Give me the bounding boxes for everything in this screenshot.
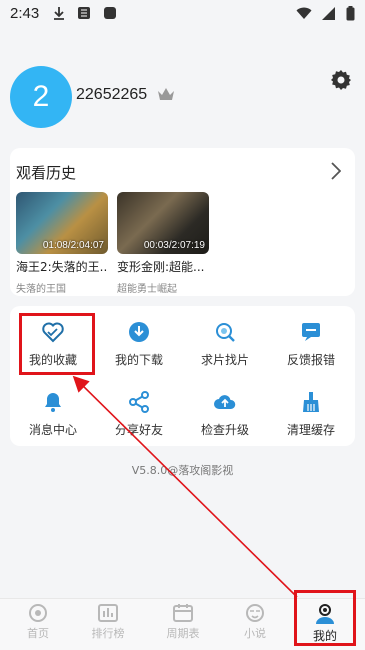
avatar-letter: 2: [32, 80, 50, 113]
favorites-highlight-box: [19, 313, 95, 375]
feedback-button[interactable]: 反馈报错: [268, 320, 354, 376]
history-item[interactable]: 01:08/2:04:07 海王2:失落的王... 失落的王国: [16, 192, 108, 295]
tab-label: 周期表: [166, 627, 200, 640]
tab-label: 小说: [244, 627, 266, 640]
cloud-upload-icon: [214, 395, 236, 409]
history-item-subtitle: 失落的王国: [16, 284, 66, 295]
avatar[interactable]: 2: [10, 66, 72, 128]
downloads-button[interactable]: 我的下载: [96, 320, 182, 376]
search-film-icon: [216, 323, 235, 342]
tab-schedule[interactable]: 周期表: [153, 603, 213, 641]
mine-tab-highlight-box: [294, 590, 356, 646]
tab-ranking[interactable]: 排行榜: [78, 603, 138, 641]
watch-history-card: 观看历史 01:08/2:04:07 海王2:失落的王... 失落的王国 00:…: [10, 148, 355, 296]
download-icon: [129, 322, 149, 342]
broom-icon: [303, 392, 319, 412]
novel-icon: [246, 604, 264, 622]
tool-label: 消息中心: [28, 423, 77, 437]
tool-label: 检查升级: [200, 423, 249, 437]
video-thumbnail[interactable]: 01:08/2:04:07: [16, 192, 108, 254]
battery-icon: [346, 5, 355, 20]
share-button[interactable]: 分享好友: [96, 390, 182, 446]
tab-home[interactable]: 首页: [8, 603, 68, 641]
chevron-right-icon[interactable]: [331, 162, 341, 180]
tab-novel[interactable]: 小说: [225, 603, 285, 641]
video-thumbnail[interactable]: 00:03/2:07:19: [117, 192, 209, 254]
bell-icon: [45, 393, 61, 412]
version-text: V5.8.0@落攻阁影视: [131, 464, 234, 477]
messages-button[interactable]: 消息中心: [10, 390, 96, 446]
request-film-button[interactable]: 求片找片: [182, 320, 268, 376]
gear-icon[interactable]: [329, 68, 353, 92]
share-icon: [129, 391, 149, 413]
watch-progress: 00:03/2:07:19: [143, 240, 205, 251]
clear-cache-button[interactable]: 清理缓存: [268, 390, 354, 446]
calendar-icon: [173, 604, 193, 622]
tool-label: 求片找片: [200, 353, 249, 367]
crown-icon[interactable]: [157, 87, 175, 101]
status-bar: 2:43: [0, 0, 365, 26]
watch-progress: 01:08/2:04:07: [42, 240, 104, 251]
status-time: 2:43: [10, 4, 40, 22]
ranking-icon: [98, 604, 118, 622]
profile-header: 2 22652265: [10, 66, 355, 128]
home-icon: [29, 604, 47, 622]
history-title: 观看历史: [16, 164, 77, 182]
tab-label: 排行榜: [91, 627, 125, 640]
history-item-title: 变形金刚:超能...: [117, 260, 205, 274]
notification-status-icon: [104, 7, 117, 19]
history-item[interactable]: 00:03/2:07:19 变形金刚:超能... 超能勇士崛起: [117, 192, 209, 295]
tool-label: 清理缓存: [286, 423, 335, 437]
download-status-icon: [54, 7, 65, 20]
tool-label: 我的下载: [114, 353, 163, 367]
signal-icon: [322, 6, 335, 20]
tool-label: 分享好友: [114, 423, 163, 437]
check-update-button[interactable]: 检查升级: [182, 390, 268, 446]
history-item-subtitle: 超能勇士崛起: [117, 284, 177, 295]
tab-label: 首页: [27, 627, 49, 640]
app-status-icon: [78, 7, 91, 19]
tool-label: 反馈报错: [286, 353, 335, 367]
history-item-title: 海王2:失落的王...: [16, 260, 108, 274]
wifi-icon: [296, 7, 312, 19]
feedback-icon: [302, 323, 320, 341]
user-id: 22652265: [76, 86, 148, 103]
